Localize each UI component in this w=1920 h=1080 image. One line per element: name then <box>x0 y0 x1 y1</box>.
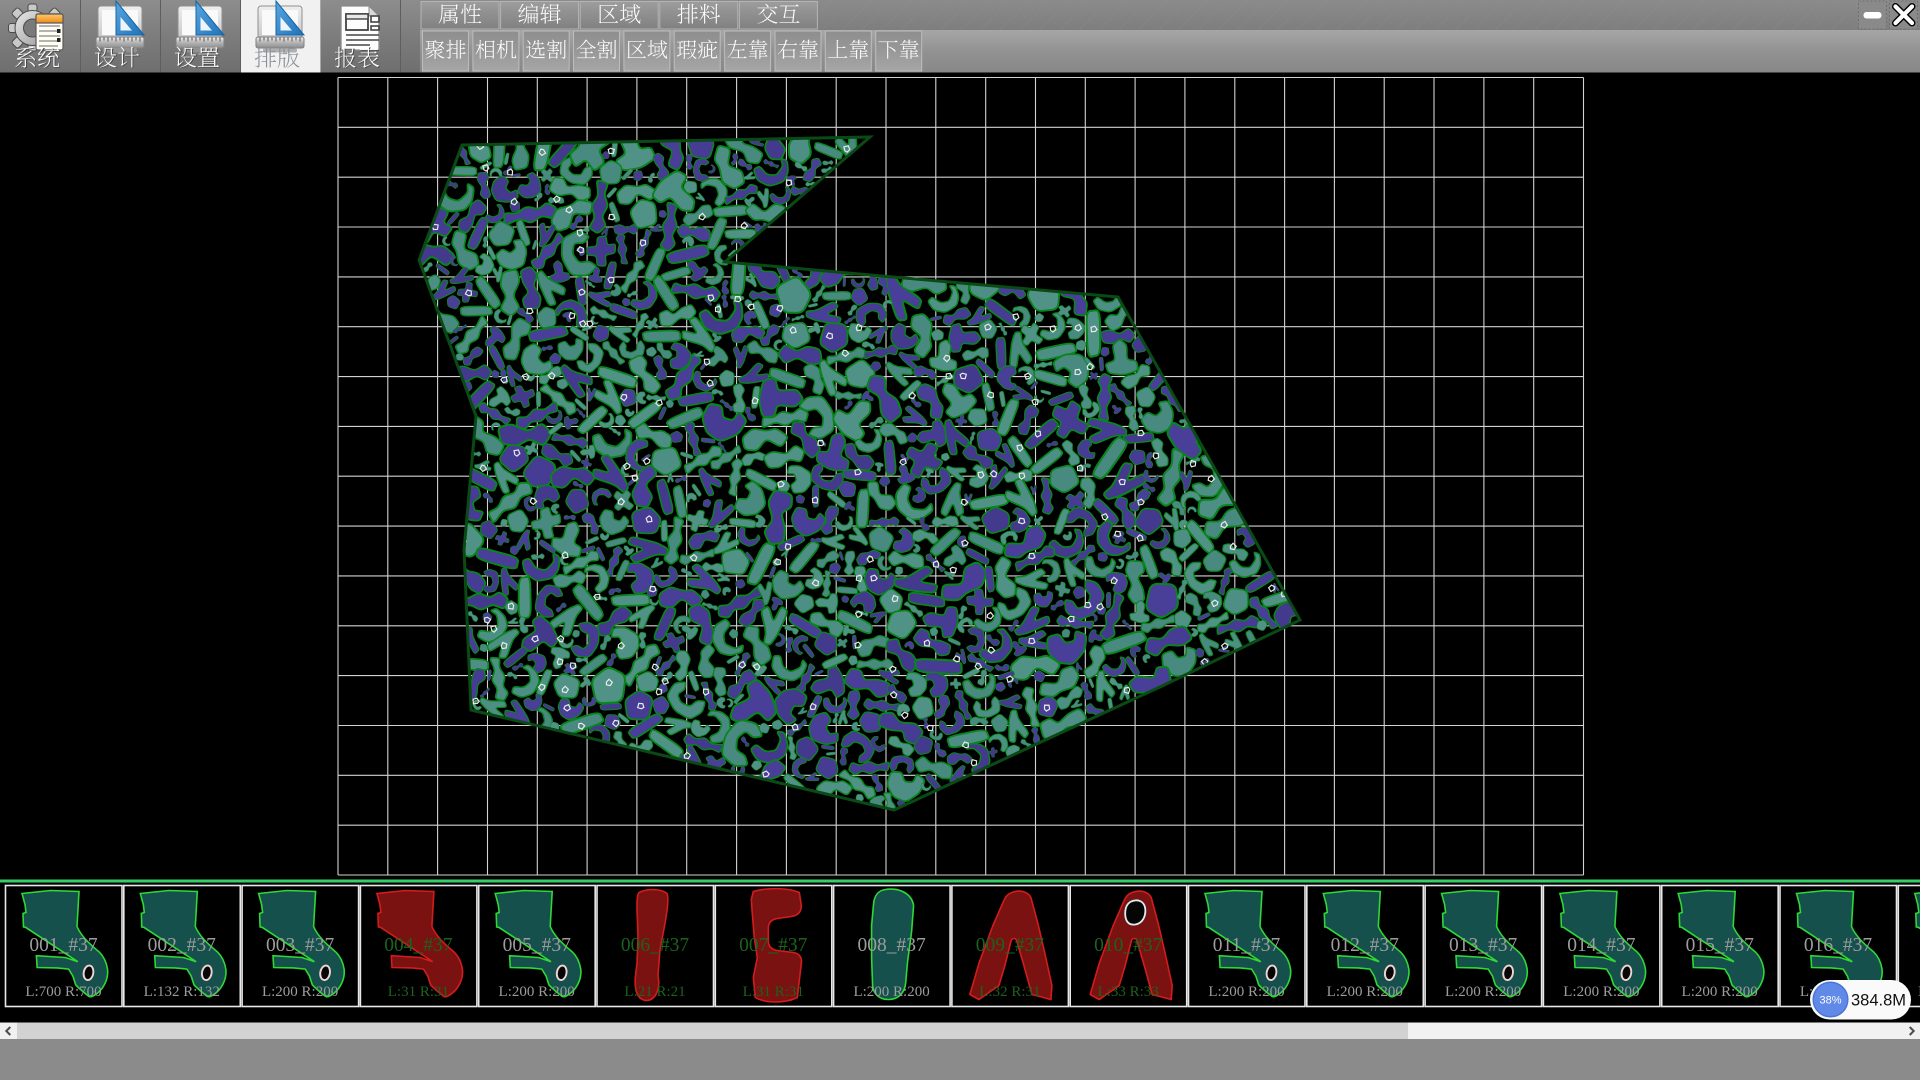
svg-text:015_#37: 015_#37 <box>1686 935 1755 956</box>
svg-text:012_#37: 012_#37 <box>1331 935 1400 956</box>
svg-text:384.8M: 384.8M <box>1851 992 1906 1010</box>
svg-text:004_#37: 004_#37 <box>384 935 453 956</box>
svg-text:L:200 R:200: L:200 R:200 <box>262 984 338 1000</box>
svg-text:L:200 R:200: L:200 R:200 <box>1208 984 1284 1000</box>
svg-text:010_#37: 010_#37 <box>1094 935 1163 956</box>
svg-text:L:132 R:132: L:132 R:132 <box>144 984 220 1000</box>
svg-text:L:200 R:200: L:200 R:200 <box>1682 984 1758 1000</box>
svg-text:001_#37: 001_#37 <box>29 935 98 956</box>
svg-text:014_#37: 014_#37 <box>1567 935 1636 956</box>
svg-text:002_#37: 002_#37 <box>148 935 217 956</box>
svg-text:L:31 R:31: L:31 R:31 <box>743 984 804 1000</box>
svg-text:007_#37: 007_#37 <box>739 935 808 956</box>
svg-text:L:200 R:200: L:200 R:200 <box>1445 984 1521 1000</box>
svg-text:009_#37: 009_#37 <box>976 935 1045 956</box>
svg-text:L:200 R:200: L:200 R:200 <box>853 984 929 1000</box>
svg-text:38%: 38% <box>1819 995 1841 1007</box>
svg-text:L:33 R:33: L:33 R:33 <box>1098 984 1159 1000</box>
svg-text:003_#37: 003_#37 <box>266 935 335 956</box>
svg-text:013_#37: 013_#37 <box>1449 935 1518 956</box>
svg-text:011_#37: 011_#37 <box>1213 935 1281 956</box>
svg-text:L:200 R:200: L:200 R:200 <box>499 984 575 1000</box>
svg-text:008_#37: 008_#37 <box>857 935 926 956</box>
svg-text:005_#37: 005_#37 <box>503 935 572 956</box>
svg-text:016_#37: 016_#37 <box>1804 935 1873 956</box>
svg-text:L:200 R:200: L:200 R:200 <box>1327 984 1403 1000</box>
svg-text:L:21 R:21: L:21 R:21 <box>624 984 685 1000</box>
svg-text:L:200 R:200: L:200 R:200 <box>1563 984 1639 1000</box>
svg-text:L:31 R:31: L:31 R:31 <box>388 984 449 1000</box>
svg-text:006_#37: 006_#37 <box>621 935 690 956</box>
svg-text:L:700 R:700: L:700 R:700 <box>25 984 101 1000</box>
svg-text:L:32 R:31: L:32 R:31 <box>979 984 1040 1000</box>
